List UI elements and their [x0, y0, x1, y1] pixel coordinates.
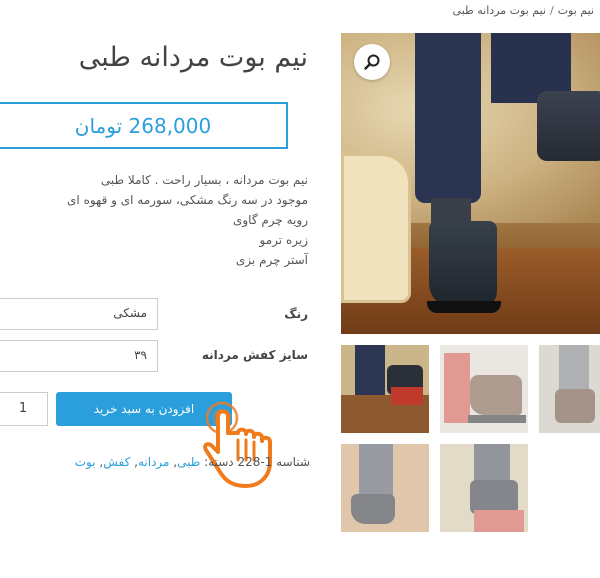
gallery-thumbnail[interactable] — [341, 345, 429, 433]
product-description: نیم بوت مردانه ، بسیار راحت . کاملا طبی … — [67, 170, 308, 270]
color-label: رنگ — [284, 307, 308, 321]
product-price: 268,000 تومان — [74, 113, 212, 138]
category-label: دسته: — [204, 455, 234, 469]
description-line: آستر چرم بزی — [235, 253, 308, 267]
price-box: 268,000 تومان — [0, 102, 288, 149]
zoom-button[interactable] — [354, 44, 390, 80]
description-line: نیم بوت مردانه ، بسیار راحت . کاملا طبی — [100, 173, 308, 187]
breadcrumb-current: نیم بوت مردانه طبی — [452, 4, 546, 17]
gallery-thumbnail[interactable] — [539, 345, 600, 433]
category-link[interactable]: طبی — [177, 455, 200, 469]
description-line: رویه چرم گاوی — [232, 213, 308, 227]
gallery-thumbnail[interactable] — [440, 345, 528, 433]
gallery-thumbnail[interactable] — [440, 444, 528, 532]
product-title: نیم بوت مردانه طبی — [78, 42, 308, 73]
size-select[interactable]: ۳۹ — [0, 340, 158, 372]
quantity-input[interactable]: 1 — [0, 392, 48, 426]
product-meta: شناسه 1-228 دسته: طبی, مردانه, کفش, بوت — [74, 455, 310, 469]
gallery-thumbnail[interactable] — [341, 444, 429, 532]
size-label: سایز کفش مردانه — [201, 348, 308, 362]
breadcrumb-link-category[interactable]: نیم بوت — [558, 4, 594, 17]
description-line: زیره ترمو — [259, 233, 308, 247]
search-icon — [364, 54, 380, 70]
sku-label: شناسه — [276, 455, 310, 469]
category-link[interactable]: کفش — [103, 455, 130, 469]
breadcrumb-separator: / — [549, 4, 554, 17]
color-select[interactable]: مشکی — [0, 298, 158, 330]
category-link[interactable]: بوت — [75, 455, 96, 469]
breadcrumb: نیم بوت /نیم بوت مردانه طبی — [453, 4, 594, 17]
category-link[interactable]: مردانه — [138, 455, 170, 469]
description-line: موجود در سه رنگ مشکی، سورمه ای و قهوه ای — [67, 193, 308, 207]
sku-value: 1-228 — [237, 455, 273, 469]
hand-pointer-icon — [203, 401, 272, 488]
